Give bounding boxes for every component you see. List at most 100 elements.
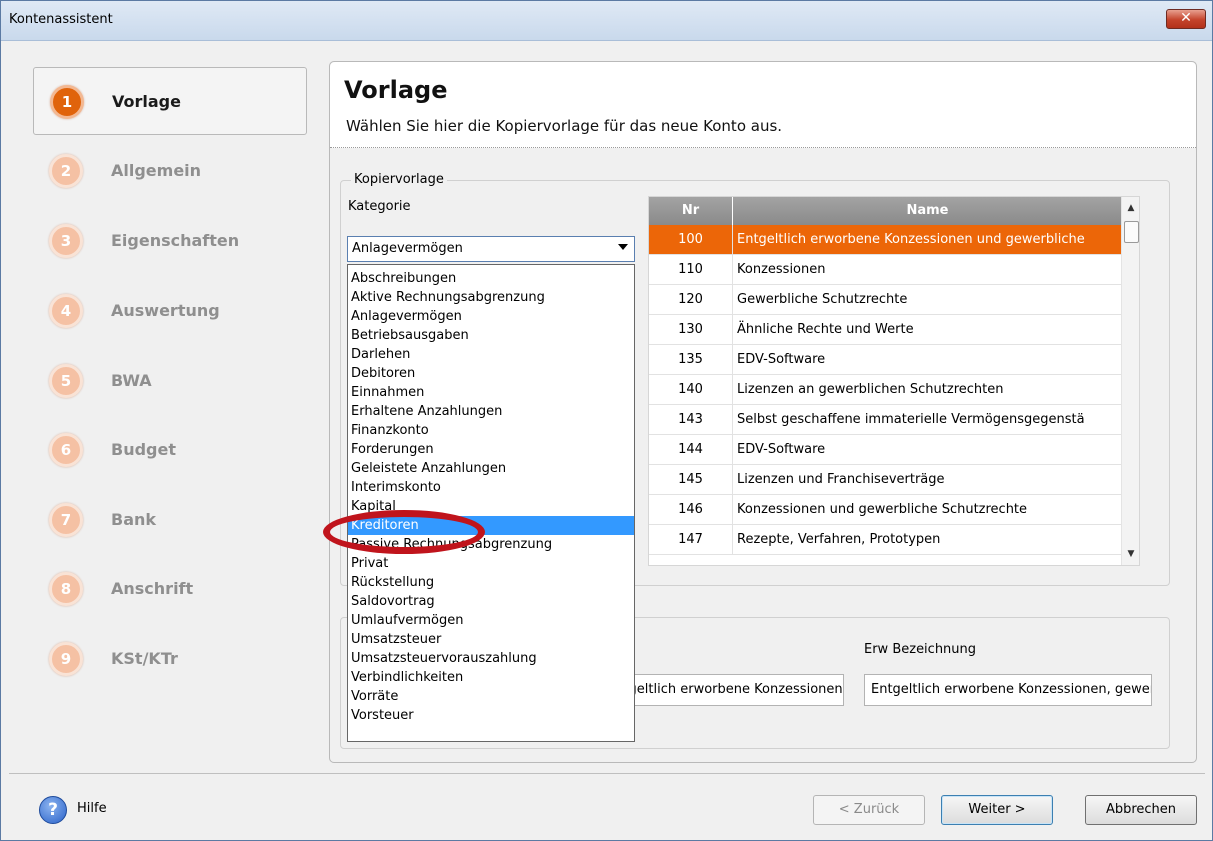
step-number-badge: 1 [50, 85, 84, 119]
dropdown-option[interactable]: Einnahmen [348, 383, 634, 402]
step-label: Eigenschaften [111, 231, 240, 250]
cell-nr: 146 [649, 495, 733, 524]
page-subtitle: Wählen Sie hier die Kopiervorlage für da… [346, 117, 783, 135]
title-bar: Kontenassistent ✕ [1, 1, 1212, 41]
column-header-name[interactable]: Name [733, 197, 1123, 225]
dropdown-option[interactable]: Finanzkonto [348, 421, 634, 440]
step-kst-ktr[interactable]: 9 KSt/KTr [33, 625, 307, 693]
erw-bezeichnung-field[interactable]: Entgeltlich erworbene Konzessionen, gewe… [864, 674, 1152, 706]
cell-name: Selbst geschaffene immaterielle Vermögen… [737, 412, 1085, 427]
dropdown-option[interactable]: Interimskonto [348, 478, 634, 497]
step-label: Anschrift [111, 579, 194, 598]
chevron-down-icon[interactable] [618, 244, 628, 250]
step-bank[interactable]: 7 Bank [33, 486, 307, 554]
table-row[interactable]: 120 Gewerbliche Schutzrechte [649, 285, 1123, 315]
cell-name: Lizenzen und Franchiseverträge [737, 472, 945, 487]
dropdown-option[interactable]: Umsatzsteuer [348, 630, 634, 649]
scrollbar-thumb[interactable] [1124, 221, 1139, 243]
cell-nr: 110 [649, 255, 733, 284]
step-number-badge: 2 [49, 154, 83, 188]
dropdown-option[interactable]: Verbindlichkeiten [348, 668, 634, 687]
dropdown-option[interactable]: Abschreibungen [348, 269, 634, 288]
dropdown-option[interactable]: Saldovortrag [348, 592, 634, 611]
cancel-button[interactable]: Abbrechen [1085, 795, 1197, 825]
dropdown-option[interactable]: Umlaufvermögen [348, 611, 634, 630]
dropdown-option[interactable]: Vorsteuer [348, 706, 634, 725]
close-button[interactable]: ✕ [1166, 9, 1206, 29]
step-bwa[interactable]: 5 BWA [33, 347, 307, 415]
step-label: KSt/KTr [111, 649, 178, 668]
step-number-badge: 7 [49, 503, 83, 537]
cell-nr: 144 [649, 435, 733, 464]
step-label: Allgemein [111, 161, 202, 180]
table-row[interactable]: 110 Konzessionen [649, 255, 1123, 285]
step-budget[interactable]: 6 Budget [33, 416, 307, 484]
step-number-badge: 5 [49, 364, 83, 398]
dropdown-option[interactable]: Betriebsausgaben [348, 326, 634, 345]
cell-name: Lizenzen an gewerblichen Schutzrechten [737, 382, 1004, 397]
step-label: BWA [111, 371, 152, 390]
table-row[interactable]: 135 EDV-Software [649, 345, 1123, 375]
dropdown-option[interactable]: Rückstellung [348, 573, 634, 592]
step-anschrift[interactable]: 8 Anschrift [33, 555, 307, 623]
step-auswertung[interactable]: 4 Auswertung [33, 277, 307, 345]
table-row[interactable]: 130 Ähnliche Rechte und Werte [649, 315, 1123, 345]
column-header-nr[interactable]: Nr [649, 197, 733, 225]
dropdown-option[interactable]: Darlehen [348, 345, 634, 364]
step-number-badge: 4 [49, 294, 83, 328]
cell-name: Konzessionen und gewerbliche Schutzrecht… [737, 502, 1028, 517]
wizard-window: Kontenassistent ✕ 1 Vorlage 2 Allgemein … [0, 0, 1213, 841]
bezeichnung-field[interactable]: Entgeltlich erworbene Konzessionen u [600, 674, 844, 706]
dropdown-option[interactable]: Geleistete Anzahlungen [348, 459, 634, 478]
dropdown-option[interactable]: Anlagevermögen [348, 307, 634, 326]
erw-bezeichnung-label: Erw Bezeichnung [864, 642, 977, 657]
cell-name: Ähnliche Rechte und Werte [737, 322, 914, 337]
dropdown-option[interactable]: Debitoren [348, 364, 634, 383]
account-table[interactable]: Nr Name 100 Entgeltlich erworbene Konzes… [648, 196, 1140, 566]
table-row[interactable]: 100 Entgeltlich erworbene Konzessionen u… [649, 225, 1123, 255]
step-number-badge: 9 [49, 642, 83, 676]
table-row[interactable]: 146 Konzessionen und gewerbliche Schutzr… [649, 495, 1123, 525]
cell-nr: 145 [649, 465, 733, 494]
table-row[interactable]: 143 Selbst geschaffene immaterielle Verm… [649, 405, 1123, 435]
step-label: Auswertung [111, 301, 220, 320]
next-button[interactable]: Weiter > [941, 795, 1053, 825]
cell-nr: 130 [649, 315, 733, 344]
table-header: Nr Name [649, 197, 1123, 225]
kategorie-dropdown-list[interactable]: Abschreibungen Aktive Rechnungsabgrenzun… [347, 264, 635, 742]
dropdown-option[interactable]: Erhaltene Anzahlungen [348, 402, 634, 421]
dropdown-option[interactable]: Aktive Rechnungsabgrenzung [348, 288, 634, 307]
table-scrollbar[interactable]: ▲ ▼ [1121, 197, 1139, 565]
kategorie-select[interactable]: Anlagevermögen [347, 236, 635, 262]
page-title: Vorlage [344, 76, 448, 104]
scroll-up-arrow-icon[interactable]: ▲ [1126, 203, 1136, 213]
table-row[interactable]: 140 Lizenzen an gewerblichen Schutzrecht… [649, 375, 1123, 405]
table-row[interactable]: 145 Lizenzen und Franchiseverträge [649, 465, 1123, 495]
help-label[interactable]: Hilfe [77, 801, 107, 816]
cell-name: Gewerbliche Schutzrechte [737, 292, 908, 307]
scroll-down-arrow-icon[interactable]: ▼ [1126, 549, 1136, 559]
back-button[interactable]: < Zurück [813, 795, 925, 825]
cell-nr: 140 [649, 375, 733, 404]
help-icon[interactable]: ? [39, 796, 67, 824]
dropdown-option[interactable]: Forderungen [348, 440, 634, 459]
page-header: Vorlage Wählen Sie hier die Kopiervorlag… [330, 62, 1196, 148]
step-allgemein[interactable]: 2 Allgemein [33, 137, 307, 205]
table-row[interactable]: 144 EDV-Software [649, 435, 1123, 465]
dropdown-option[interactable]: Privat [348, 554, 634, 573]
table-row[interactable]: 147 Rezepte, Verfahren, Prototypen [649, 525, 1123, 555]
cell-nr: 100 [649, 225, 733, 254]
dropdown-option[interactable]: Vorräte [348, 687, 634, 706]
step-label: Vorlage [112, 92, 181, 111]
annotation-ellipse [323, 510, 485, 554]
cell-nr: 120 [649, 285, 733, 314]
window-title: Kontenassistent [9, 12, 113, 27]
cell-nr: 143 [649, 405, 733, 434]
dropdown-option[interactable]: Umsatzsteuervorauszahlung [348, 649, 634, 668]
footer-divider [9, 773, 1205, 774]
cell-name: EDV-Software [737, 352, 826, 367]
step-label: Bank [111, 510, 157, 529]
step-vorlage[interactable]: 1 Vorlage [33, 67, 307, 135]
kategorie-selected-value: Anlagevermögen [352, 241, 463, 256]
step-eigenschaften[interactable]: 3 Eigenschaften [33, 207, 307, 275]
